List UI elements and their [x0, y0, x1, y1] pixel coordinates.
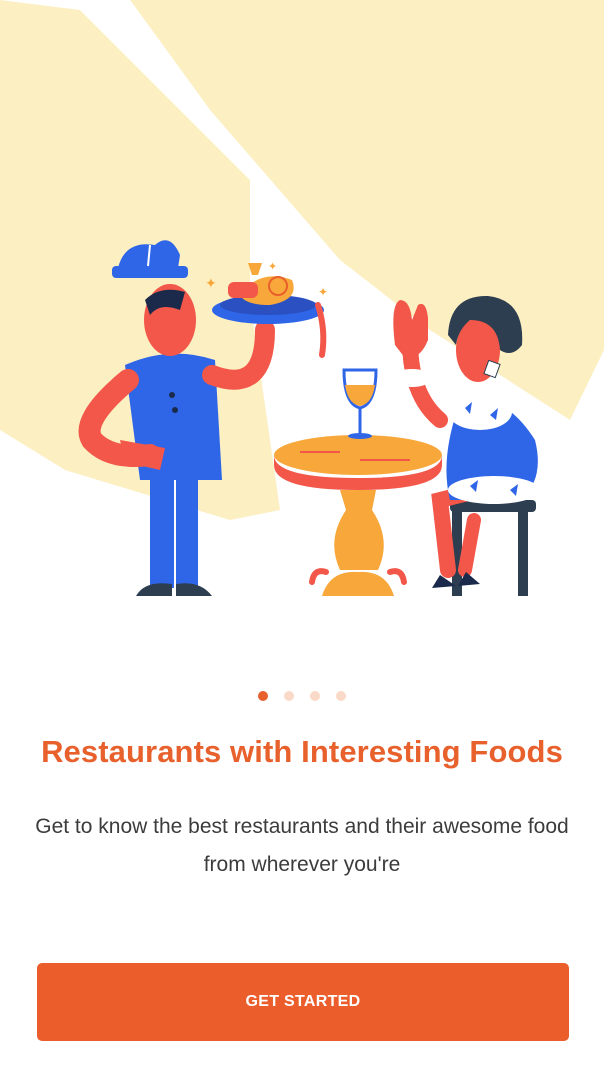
page-dot-4[interactable] [336, 691, 346, 701]
get-started-button[interactable]: GET STARTED [37, 963, 569, 1041]
page-dot-1[interactable] [258, 691, 268, 701]
svg-text:✦: ✦ [268, 260, 277, 273]
svg-text:✦: ✦ [318, 285, 328, 299]
onboarding-title: Restaurants with Interesting Foods [41, 734, 563, 769]
page-dot-3[interactable] [310, 691, 320, 701]
wine-glass [342, 368, 378, 439]
cafe-table [274, 435, 442, 596]
page-indicator [0, 691, 604, 703]
page-dot-2[interactable] [284, 691, 294, 701]
onboarding-illustration: ✦ ✦ ✦ [0, 0, 604, 610]
onboarding-subtitle: Get to know the best restaurants and the… [35, 815, 569, 876]
svg-text:✦: ✦ [205, 276, 217, 292]
